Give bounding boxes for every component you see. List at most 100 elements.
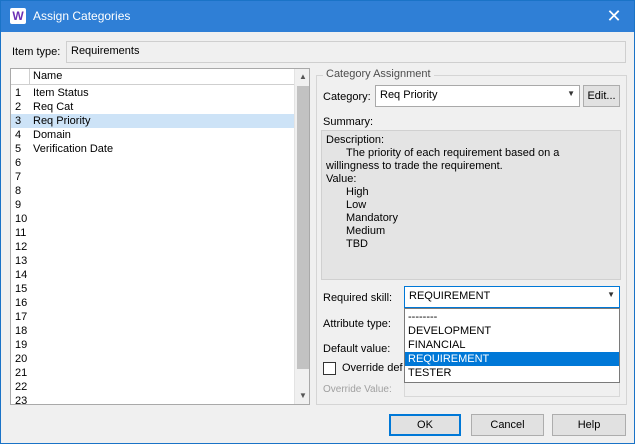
assign-categories-dialog: W Assign Categories ✕ Item type: Require…: [0, 0, 635, 444]
list-item[interactable]: 13: [11, 254, 294, 268]
close-icon[interactable]: ✕: [604, 6, 624, 26]
list-item[interactable]: 8: [11, 184, 294, 198]
list-item[interactable]: 2 Req Cat: [11, 100, 294, 114]
title-bar[interactable]: W Assign Categories ✕: [1, 1, 634, 32]
edit-button[interactable]: Edit...: [583, 85, 620, 107]
list-item[interactable]: 19: [11, 338, 294, 352]
list-item-name: Item Status: [33, 87, 89, 99]
override-checkbox-label[interactable]: Override def: [342, 362, 403, 374]
dropdown-option[interactable]: TESTER: [405, 366, 619, 380]
list-item[interactable]: 3 Req Priority: [11, 114, 294, 128]
value-item: TBD: [346, 238, 368, 250]
value-item: Mandatory: [346, 212, 398, 224]
cancel-button[interactable]: Cancel: [471, 414, 544, 436]
list-item-number: 9: [15, 199, 22, 211]
category-list[interactable]: Name 1 Item Status 2 Req Cat 3 Req Priority 4 D…: [10, 68, 310, 405]
list-item-name: Req Priority: [33, 115, 91, 127]
list-item[interactable]: 4 Domain: [11, 128, 294, 142]
chevron-down-icon: ▼: [607, 290, 615, 299]
override-value-label: Override Value:: [323, 384, 392, 395]
list-item[interactable]: 14: [11, 268, 294, 282]
list-item[interactable]: 22: [11, 380, 294, 394]
description-line-2: willingness to trade the requirement.: [326, 160, 503, 172]
list-item[interactable]: 18: [11, 324, 294, 338]
list-item-number: 23: [15, 395, 28, 405]
list-item[interactable]: 21: [11, 366, 294, 380]
item-type-label: Item type:: [12, 46, 61, 58]
dropdown-option[interactable]: FINANCIAL: [405, 338, 619, 352]
list-item-number: 19: [15, 339, 28, 351]
list-item-number: 6: [15, 157, 22, 169]
value-item: Medium: [346, 225, 386, 237]
list-item-number: 21: [15, 367, 28, 379]
list-scrollbar[interactable]: ▲ ▼: [294, 69, 309, 404]
attribute-type-label: Attribute type:: [323, 318, 391, 330]
category-select-value: Req Priority: [380, 89, 438, 101]
override-value-select: [404, 382, 620, 397]
list-item[interactable]: 23: [11, 394, 294, 405]
list-item-number: 10: [15, 213, 28, 225]
category-assignment-title: Category Assignment: [323, 68, 434, 80]
list-item[interactable]: 16: [11, 296, 294, 310]
list-item-number: 1: [15, 87, 22, 99]
list-item-name: Domain: [33, 129, 71, 141]
value-label: Value:: [326, 173, 357, 185]
list-item-number: 13: [15, 255, 28, 267]
list-item-number: 15: [15, 283, 28, 295]
scroll-thumb[interactable]: [297, 86, 309, 369]
list-item-number: 20: [15, 353, 28, 365]
override-checkbox[interactable]: [323, 362, 336, 375]
chevron-down-icon: ▼: [567, 89, 575, 98]
list-item-number: 2: [15, 101, 22, 113]
list-item-name: Req Cat: [33, 101, 74, 113]
category-label: Category:: [323, 91, 371, 103]
list-item-number: 17: [15, 311, 28, 323]
category-select[interactable]: Req Priority ▼: [375, 85, 580, 107]
list-item-number: 8: [15, 185, 22, 197]
list-header-name[interactable]: Name: [33, 70, 62, 82]
list-item[interactable]: 15: [11, 282, 294, 296]
dropdown-option[interactable]: DEVELOPMENT: [405, 324, 619, 338]
summary-box: Description: The priority of each requir…: [321, 130, 621, 280]
list-item-number: 11: [15, 227, 27, 239]
default-value-label: Default value:: [323, 343, 391, 355]
list-item-name: Verification Date: [33, 143, 114, 155]
summary-label: Summary:: [323, 116, 374, 128]
list-item-number: 16: [15, 297, 28, 309]
description-line-1: The priority of each requirement based o…: [346, 147, 560, 159]
dropdown-option[interactable]: REQUIREMENT: [405, 352, 619, 366]
scroll-up-icon[interactable]: ▲: [295, 69, 309, 85]
list-item[interactable]: 1 Item Status: [11, 86, 294, 100]
help-button[interactable]: Help: [552, 414, 626, 436]
required-skill-dropdown[interactable]: -------- DEVELOPMENT FINANCIAL REQUIREMENT T…: [404, 308, 620, 383]
required-skill-label: Required skill:: [323, 292, 393, 304]
dropdown-option[interactable]: --------: [405, 310, 619, 324]
list-item-number: 3: [15, 115, 22, 127]
list-header-number-column[interactable]: [11, 69, 30, 85]
window-title: Assign Categories: [33, 9, 131, 23]
list-item[interactable]: 10: [11, 212, 294, 226]
list-item-number: 7: [15, 171, 22, 183]
list-item-number: 14: [15, 269, 28, 281]
list-rows: 1 Item Status 2 Req Cat 3 Req Priority 4 Domain…: [11, 86, 294, 405]
list-item[interactable]: 5 Verification Date: [11, 142, 294, 156]
list-item[interactable]: 11: [11, 226, 294, 240]
list-item[interactable]: 20: [11, 352, 294, 366]
app-logo-icon: W: [10, 8, 26, 24]
list-item-number: 4: [15, 129, 22, 141]
required-skill-select[interactable]: REQUIREMENT ▼: [404, 286, 620, 308]
list-item[interactable]: 17: [11, 310, 294, 324]
list-item[interactable]: 12: [11, 240, 294, 254]
scroll-down-icon[interactable]: ▼: [295, 388, 309, 404]
value-item: Low: [346, 199, 367, 211]
required-skill-value: REQUIREMENT: [409, 290, 491, 302]
list-item[interactable]: 9: [11, 198, 294, 212]
description-label: Description:: [326, 134, 385, 146]
list-header[interactable]: Name: [11, 69, 294, 85]
ok-button[interactable]: OK: [389, 414, 461, 436]
list-item[interactable]: 7: [11, 170, 294, 184]
list-item[interactable]: 6: [11, 156, 294, 170]
list-item-number: 22: [15, 381, 28, 393]
list-item-number: 12: [15, 241, 28, 253]
value-item: High: [346, 186, 369, 198]
